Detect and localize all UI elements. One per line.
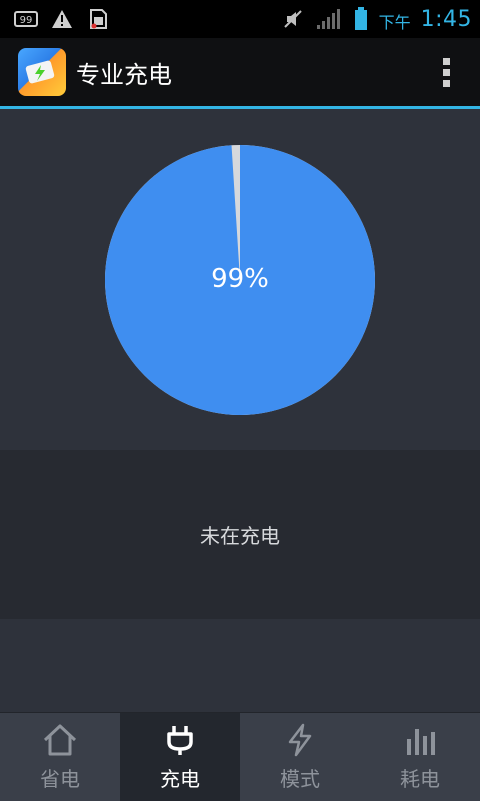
tab-label: 充电 bbox=[160, 766, 200, 791]
content-background bbox=[0, 619, 480, 712]
battery-icon bbox=[353, 7, 369, 30]
notification-99-icon: 99 bbox=[14, 8, 38, 30]
lightning-icon bbox=[288, 723, 312, 756]
overflow-menu-button[interactable] bbox=[443, 57, 450, 87]
warning-icon bbox=[50, 8, 74, 30]
bottom-nav: 省电 充电 模式 耗电 bbox=[0, 712, 480, 801]
svg-text:99: 99 bbox=[20, 15, 33, 26]
tab-label: 耗电 bbox=[400, 766, 440, 791]
tab-power-usage[interactable]: 耗电 bbox=[360, 713, 480, 801]
time-prefix: 下午 bbox=[378, 13, 411, 32]
battery-gauge: 99% bbox=[0, 109, 480, 450]
home-icon bbox=[43, 724, 77, 755]
status-bar: 99 下午 1:45 bbox=[0, 0, 480, 38]
tab-label: 省电 bbox=[40, 766, 80, 791]
app-logo-icon bbox=[18, 48, 66, 96]
mute-icon bbox=[281, 8, 305, 30]
tab-label: 模式 bbox=[280, 766, 320, 791]
action-bar: 专业充电 bbox=[0, 38, 480, 109]
charging-status-text: 未在充电 bbox=[200, 524, 280, 548]
bar-chart-icon bbox=[407, 728, 435, 755]
plug-icon bbox=[167, 725, 193, 755]
tab-mode[interactable]: 模式 bbox=[240, 713, 360, 801]
tab-charging[interactable]: 充电 bbox=[120, 713, 240, 801]
app-title: 专业充电 bbox=[76, 60, 172, 89]
clock: 1:45 bbox=[420, 6, 472, 32]
charging-status-panel: 未在充电 bbox=[0, 450, 480, 619]
sd-card-icon bbox=[86, 8, 110, 30]
tab-save-power[interactable]: 省电 bbox=[0, 713, 120, 801]
signal-icon bbox=[315, 8, 343, 30]
battery-percent: 99% bbox=[211, 264, 269, 294]
